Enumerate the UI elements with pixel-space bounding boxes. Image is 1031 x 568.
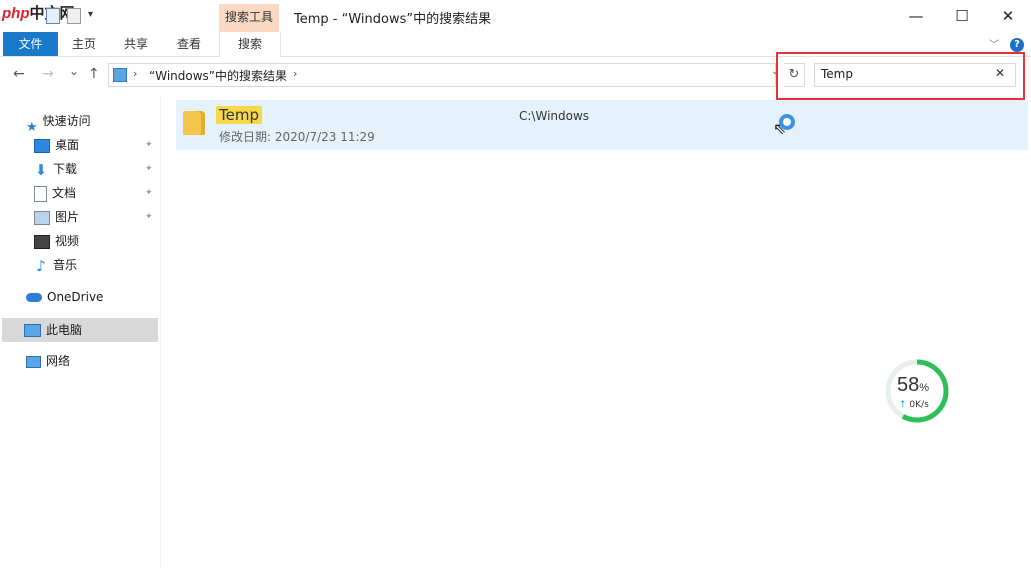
breadcrumb-separator-icon[interactable]: › [133, 67, 137, 80]
search-tools-context-tab: 搜索工具 [219, 4, 279, 32]
navigation-pane: ★ 快速访问 桌面 ✦ ⬇ 下载 ✦ 文档 ✦ 图片 ✦ 视频 ♪ 音乐 OneDri… [0, 96, 161, 568]
result-path: C:\Windows [519, 109, 590, 123]
sidebar-item-label: 快速访问 [42, 114, 91, 128]
sidebar-item-quick-access[interactable]: ★ 快速访问 [26, 109, 91, 135]
ribbon-expand-icon[interactable]: ﹀ [989, 36, 999, 51]
breadcrumb-chevron-icon[interactable]: › [293, 67, 297, 80]
result-name[interactable]: Temp [216, 106, 262, 124]
mouse-cursor-icon: ⇖ [773, 119, 787, 138]
sidebar-item-label: 音乐 [53, 258, 78, 272]
onedrive-cloud-icon [26, 293, 42, 302]
folder-icon [183, 111, 205, 135]
sidebar-item-music[interactable]: ♪ 音乐 [0, 253, 160, 277]
sidebar-item-label: 下载 [53, 162, 78, 176]
breadcrumb-search-results[interactable]: “Windows”中的搜索结果 [149, 67, 287, 84]
sidebar-item-network[interactable]: 网络 [26, 349, 70, 373]
star-icon: ★ [26, 119, 38, 135]
watermark-brand-a: php [2, 5, 30, 22]
search-clear-icon[interactable]: ✕ [995, 66, 1005, 80]
gauge-percent: 58% [897, 374, 929, 397]
sidebar-item-onedrive[interactable]: OneDrive [26, 285, 103, 309]
tab-home[interactable]: 主页 [62, 32, 106, 56]
up-button[interactable]: ↑ [88, 66, 100, 82]
search-results-location-icon [113, 68, 127, 82]
sidebar-item-label: 桌面 [55, 138, 80, 152]
pin-icon[interactable]: ✦ [145, 181, 153, 205]
sidebar-item-label: OneDrive [47, 290, 104, 304]
close-button[interactable]: ✕ [985, 0, 1031, 32]
help-icon[interactable]: ? [1010, 38, 1024, 52]
address-bar[interactable]: › “Windows”中的搜索结果 › [108, 63, 776, 87]
title-bar: php中文网 ▾ 搜索工具 Temp - “Windows”中的搜索结果 — ☐… [0, 0, 1031, 32]
result-modified-date: 修改日期: 2020/7/23 11:29 [219, 130, 375, 144]
quick-access-list: 桌面 ✦ ⬇ 下载 ✦ 文档 ✦ 图片 ✦ 视频 ♪ 音乐 [0, 133, 160, 277]
sidebar-item-desktop[interactable]: 桌面 ✦ [0, 133, 160, 157]
sidebar-item-videos[interactable]: 视频 [0, 229, 160, 253]
video-icon [34, 234, 50, 249]
quick-access-dropdown-icon[interactable]: ▾ [88, 9, 93, 20]
sidebar-item-label: 图片 [55, 210, 80, 224]
search-tools-label: 搜索工具 [224, 10, 273, 24]
document-icon [34, 185, 47, 202]
gauge-percent-sign: % [919, 382, 930, 394]
maximize-button[interactable]: ☐ [939, 0, 985, 32]
sidebar-item-downloads[interactable]: ⬇ 下载 ✦ [0, 157, 160, 181]
quick-access-properties-icon[interactable] [46, 8, 60, 24]
minimize-button[interactable]: — [893, 0, 939, 32]
music-icon: ♪ [36, 256, 46, 275]
tab-share[interactable]: 共享 [114, 32, 158, 56]
download-icon: ⬇ [34, 160, 48, 179]
search-input-value[interactable]: Temp [821, 67, 853, 81]
back-button[interactable]: ← [13, 66, 25, 82]
tab-view[interactable]: 查看 [167, 32, 211, 56]
network-icon [26, 355, 41, 368]
picture-icon [34, 210, 50, 225]
gauge-speed: ↑ 0K/s [899, 400, 929, 410]
window-title: Temp - “Windows”中的搜索结果 [294, 12, 492, 27]
watermark-logo: php中文网 [2, 2, 75, 23]
gauge-speed-value: 0K/s [909, 400, 929, 410]
upload-arrow-icon: ↑ [899, 400, 907, 410]
recent-locations-button[interactable]: ⌄ [69, 64, 79, 78]
gauge-percent-value: 58 [897, 374, 920, 396]
quick-access-newfolder-icon[interactable] [67, 8, 81, 24]
table-row[interactable]: Temp 修改日期: 2020/7/23 11:29 C:\Windows ⇖ [176, 100, 1028, 150]
search-input[interactable]: Temp ✕ [814, 63, 1016, 87]
sidebar-item-pictures[interactable]: 图片 ✦ [0, 205, 160, 229]
desktop-icon [34, 138, 50, 153]
sidebar-item-label: 网络 [46, 354, 71, 368]
sidebar-item-this-pc[interactable]: 此电脑 [2, 318, 158, 342]
sidebar-item-label: 文档 [52, 186, 77, 200]
sidebar-item-label: 此电脑 [46, 323, 83, 337]
pin-icon[interactable]: ✦ [145, 205, 153, 229]
tab-file[interactable]: 文件 [3, 32, 58, 56]
pin-icon[interactable]: ✦ [145, 157, 153, 181]
pin-icon[interactable]: ✦ [145, 133, 153, 157]
forward-button[interactable]: → [42, 66, 54, 82]
computer-icon [24, 324, 41, 337]
sidebar-item-documents[interactable]: 文档 ✦ [0, 181, 160, 205]
sidebar-item-label: 视频 [55, 234, 80, 248]
tab-search[interactable]: 搜索 [219, 32, 281, 57]
